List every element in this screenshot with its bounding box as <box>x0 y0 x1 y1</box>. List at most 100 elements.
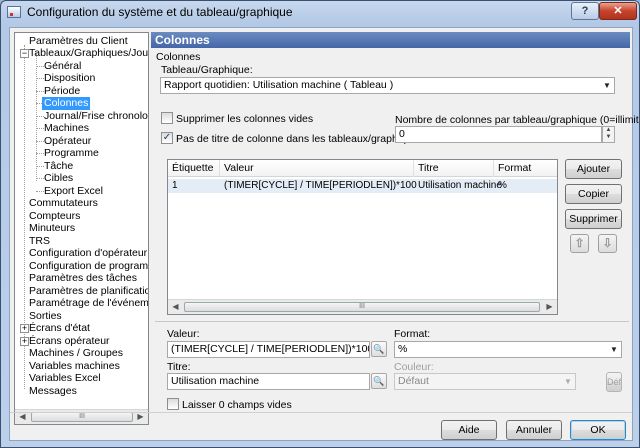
tree-item-excel-variables[interactable]: Variables Excel <box>29 372 101 385</box>
tree-item-status-screens[interactable]: Écrans d'état <box>29 322 90 335</box>
delete-button[interactable]: Supprimer <box>565 209 622 229</box>
chevron-down-icon[interactable]: ▼ <box>561 374 575 389</box>
title-input[interactable]: Utilisation machine <box>167 373 370 390</box>
tree-item-columns[interactable]: Colonnes <box>42 97 91 110</box>
spin-up-icon[interactable]: ▲ <box>603 127 614 134</box>
tree-item-operator-config[interactable]: Configuration d'opérateur <box>29 247 147 260</box>
tree-line <box>36 191 44 192</box>
ok-button[interactable]: OK <box>570 420 626 440</box>
chevron-down-icon[interactable]: ▼ <box>607 342 621 357</box>
spin-down-icon[interactable]: ▼ <box>603 134 614 141</box>
color-label: Couleur: <box>394 361 434 373</box>
tree-item-messages[interactable]: Messages <box>29 385 77 398</box>
footer-divider <box>10 412 632 413</box>
move-up-button[interactable]: ⇧ <box>570 234 589 253</box>
search-icon: 🔍 <box>373 376 385 386</box>
tree-item-charts[interactable]: Tableaux/Graphiques/Journaux <box>29 47 148 60</box>
color-select-value: Défaut <box>398 375 429 387</box>
settings-tree[interactable]: Paramètres du Client − Tableaux/Graphiqu… <box>14 32 149 425</box>
color-select[interactable]: Défaut ▼ <box>394 373 576 390</box>
cell-format: % <box>498 180 507 191</box>
col-header-title[interactable]: Titre <box>414 160 494 177</box>
tree-line <box>36 153 44 154</box>
col-header-format[interactable]: Format <box>494 160 557 177</box>
default-color-button[interactable]: Déf <box>606 372 622 392</box>
scroll-thumb[interactable]: III <box>184 302 540 312</box>
suppress-empty-label[interactable]: Supprimer les colonnes vides <box>176 113 313 125</box>
dialog-client: Paramètres du Client − Tableaux/Graphiqu… <box>9 27 639 442</box>
tree-item-targets[interactable]: Cibles <box>44 172 73 185</box>
add-button[interactable]: Ajouter <box>565 159 622 179</box>
format-label: Format: <box>394 328 431 340</box>
arrow-down-icon: ⇩ <box>602 236 613 250</box>
title-bar: Configuration du système et du tableau/g… <box>1 1 639 23</box>
chart-label: Tableau/Graphique: <box>161 64 253 76</box>
cell-title: Utilisation machine <box>418 180 502 191</box>
col-header-label[interactable]: Étiquette <box>168 160 220 177</box>
close-button[interactable]: ✕ <box>599 2 637 20</box>
col-count-input[interactable]: 0 <box>395 126 602 143</box>
help-footer-button[interactable]: Aide <box>441 420 497 440</box>
no-title-checkbox[interactable]: ✓ <box>161 132 173 144</box>
tree-item-program[interactable]: Programme <box>44 147 99 160</box>
value-input[interactable]: (TIMER[CYCLE] / TIME[PERIODLEN])*100 <box>167 341 370 358</box>
group-label: Colonnes <box>156 51 201 63</box>
tree-item-layout[interactable]: Disposition <box>44 72 95 85</box>
expand-icon[interactable]: + <box>20 324 29 333</box>
format-select-value: % <box>398 343 408 355</box>
col-count-label: Nombre de colonnes par tableau/graphique… <box>395 114 640 126</box>
tree-line <box>36 78 44 79</box>
title-label: Titre: <box>167 361 191 373</box>
table-row[interactable]: 1 (TIMER[CYCLE] / TIME[PERIODLEN])*100 U… <box>168 179 557 193</box>
move-down-button[interactable]: ⇩ <box>598 234 617 253</box>
arrow-up-icon: ⇧ <box>574 236 585 250</box>
cell-label: 1 <box>172 180 178 191</box>
chevron-down-icon[interactable]: ▼ <box>600 78 614 93</box>
scroll-right-icon[interactable]: ▶ <box>542 300 557 314</box>
columns-panel: Colonnes Colonnes Tableau/Graphique: Rap… <box>151 28 639 442</box>
col-header-value[interactable]: Valeur <box>220 160 414 177</box>
tree-item-machines[interactable]: Machines <box>44 122 89 135</box>
columns-grid[interactable]: Étiquette Valeur Titre Format 1 (TIMER[C… <box>167 159 558 315</box>
grid-header: Étiquette Valeur Titre Format <box>168 160 557 177</box>
value-search-button[interactable]: 🔍 <box>371 341 387 357</box>
dialog-window: Configuration du système et du tableau/g… <box>0 0 640 448</box>
cell-value: (TIMER[CYCLE] / TIME[PERIODLEN])*100 <box>224 180 417 191</box>
tree-item-task-settings[interactable]: Paramètres des tâches <box>29 272 137 285</box>
tree-line <box>36 141 44 142</box>
tree-line <box>36 116 44 117</box>
chart-select-value: Rapport quotidien: Utilisation machine (… <box>164 79 394 91</box>
copy-button[interactable]: Copier <box>565 184 622 204</box>
col-count-spinner[interactable]: ▲ ▼ <box>602 126 615 143</box>
zero-empty-label[interactable]: Laisser 0 champs vides <box>182 399 292 411</box>
search-icon: 🔍 <box>373 344 385 354</box>
title-search-button[interactable]: 🔍 <box>371 373 387 389</box>
expand-icon[interactable]: + <box>20 337 29 346</box>
divider <box>155 321 629 322</box>
chart-select[interactable]: Rapport quotidien: Utilisation machine (… <box>160 77 615 94</box>
scroll-left-icon[interactable]: ◀ <box>168 300 183 314</box>
tree-item-switches[interactable]: Commutateurs <box>29 197 98 210</box>
format-select[interactable]: % ▼ <box>394 341 622 358</box>
tree-line <box>36 128 44 129</box>
tree-item-event-settings[interactable]: Paramétrage de l'événement <box>29 297 148 310</box>
grid-horizontal-scrollbar[interactable]: ◀ III ▶ <box>168 299 557 314</box>
suppress-empty-checkbox[interactable] <box>161 112 173 124</box>
tree-item-machine-groups[interactable]: Machines / Groupes <box>29 347 123 360</box>
window-title: Configuration du système et du tableau/g… <box>27 5 293 19</box>
no-title-label[interactable]: Pas de titre de colonne dans les tableau… <box>176 133 423 145</box>
tree-line <box>36 178 44 179</box>
panel-title: Colonnes <box>151 32 630 48</box>
zero-empty-checkbox[interactable] <box>167 398 179 410</box>
scroll-thumb[interactable]: III <box>31 412 133 422</box>
app-icon <box>7 6 21 18</box>
tree-line <box>36 66 44 67</box>
help-button[interactable]: ? <box>571 2 599 20</box>
cancel-button[interactable]: Annuler <box>506 420 562 440</box>
tree-item-timers[interactable]: Minuteurs <box>29 222 75 235</box>
value-label: Valeur: <box>167 328 200 340</box>
collapse-icon[interactable]: − <box>20 49 29 58</box>
tree-line <box>36 91 44 92</box>
tree-line <box>36 166 44 167</box>
tree-line <box>36 53 37 181</box>
